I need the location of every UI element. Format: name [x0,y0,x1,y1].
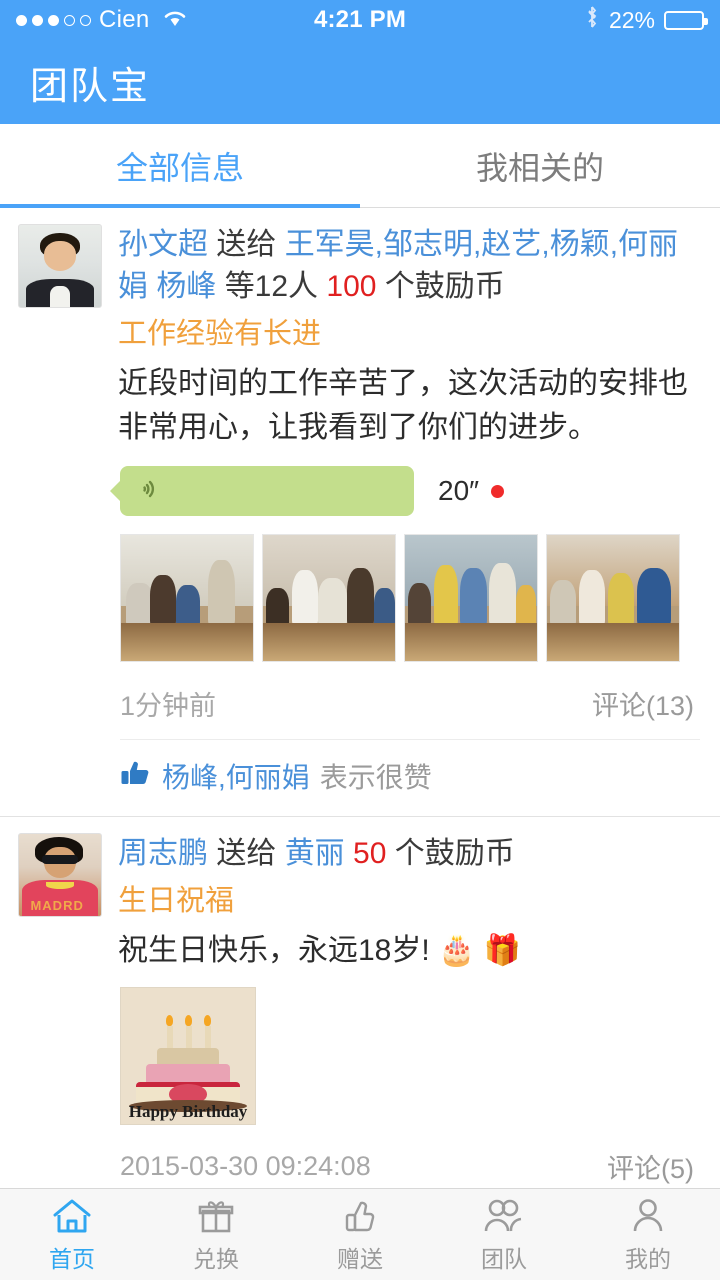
sound-wave-icon [142,476,168,507]
tab-related-to-me[interactable]: 我相关的 [360,124,720,207]
thumbs-up-icon [339,1196,381,1236]
nav-bar: 团队宝 [0,40,720,124]
status-bar-right: 22% [584,5,708,35]
tabbar-label-team: 团队 [481,1245,527,1272]
post-body-text: 近段时间的工作辛苦了，这次活动的安排也非常用心，让我看到了你们的进步。 [118,367,688,444]
status-bar: Cien 4:21 PM 22% [0,0,720,40]
like-names[interactable]: 杨峰,何丽娟 [162,756,310,796]
coin-unit: 个鼓励币 [394,837,515,870]
sender-name[interactable]: 孙文超 [118,228,208,261]
tabbar-label-home: 首页 [49,1245,95,1272]
avatar[interactable]: MADRD [18,833,102,917]
battery-icon [664,10,708,30]
like-row: 杨峰,何丽娟 表示很赞 [0,740,720,802]
people-icon [481,1196,527,1236]
post-title-line: 孙文超 送给 王军昊,邹志明,赵艺,杨颖,何丽娟 杨峰 等12人 100 个鼓励… [118,224,700,308]
tabbar-label-give: 赠送 [337,1245,383,1272]
photo-thumbnail[interactable] [404,534,538,662]
photo-thumbnail[interactable] [546,534,680,662]
like-suffix: 表示很赞 [319,762,432,793]
top-tab-bar: 全部信息 我相关的 [0,124,720,208]
tabbar-item-give[interactable]: 赠送 [288,1189,432,1280]
post-title-block: 孙文超 送给 王军昊,邹志明,赵艺,杨颖,何丽娟 杨峰 等12人 100 个鼓励… [102,224,700,356]
birthday-card-caption: Happy Birthday [128,1102,248,1121]
battery-percent-label: 22% [608,6,655,33]
page-title: 团队宝 [30,65,151,108]
feed-post[interactable]: 孙文超 送给 王军昊,邹志明,赵艺,杨颖,何丽娟 杨峰 等12人 100 个鼓励… [0,208,720,816]
person-icon [627,1196,669,1236]
coin-amount: 50 [353,837,387,870]
post-meta-row: 1分钟前 评论(13) [0,662,720,723]
post-timestamp: 1分钟前 [120,691,217,721]
birthday-cake-emoji: 🎂 [438,934,476,967]
action-label: 送给 [216,228,277,261]
recipient-names[interactable]: 黄丽 [285,837,345,870]
birthday-card-image[interactable]: Happy Birthday [120,987,256,1125]
coin-amount: 100 [326,270,377,303]
post-subtitle: 工作经验有长进 [118,318,322,350]
bottom-tab-bar: 首页 兑换 赠送 团队 我的 [0,1188,720,1280]
voice-duration: 20″ [438,475,480,506]
post-header: 孙文超 送给 王军昊,邹志明,赵艺,杨颖,何丽娟 杨峰 等12人 100 个鼓励… [0,224,720,356]
post-body-text: 祝生日快乐，永远18岁! 🎂 🎁 [0,923,720,973]
voice-bubble[interactable] [110,466,414,516]
tabbar-item-team[interactable]: 团队 [432,1189,576,1280]
photo-thumbnail[interactable] [120,534,254,662]
tabbar-label-mine: 我的 [625,1245,671,1272]
gift-icon [195,1196,237,1236]
app-root: Cien 4:21 PM 22% 团队宝 全部信息 我相关的 孙文超 送给 王军… [0,0,720,1280]
post-timestamp: 2015-03-30 09:24:08 [120,1151,371,1181]
post-subtitle: 生日祝福 [118,885,235,917]
feed-list[interactable]: 孙文超 送给 王军昊,邹志明,赵艺,杨颖,何丽娟 杨峰 等12人 100 个鼓励… [0,208,720,1280]
post-title-block: 周志鹏 送给 黄丽 50 个鼓励币 生日祝福 [102,833,700,923]
tabbar-item-mine[interactable]: 我的 [576,1189,720,1280]
action-label: 送给 [216,837,277,870]
comments-link[interactable]: 评论(13) [592,684,694,723]
others-count: 等12人 [224,270,319,303]
voice-message-row[interactable]: 20″ [0,450,720,516]
photo-thumbnail-strip[interactable] [0,516,720,662]
coin-unit: 个鼓励币 [384,270,505,303]
post-header: MADRD 周志鹏 送给 黄丽 50 个鼓励币 生日祝福 [0,833,720,923]
gift-box-emoji: 🎁 [483,934,522,967]
bluetooth-icon [584,5,600,35]
post-body-label: 祝生日快乐，永远18岁! [118,934,430,967]
post-title-line: 周志鹏 送给 黄丽 50 个鼓励币 [118,833,700,875]
unread-dot [491,484,505,498]
thumbs-up-icon[interactable] [120,758,152,795]
tab-all-messages[interactable]: 全部信息 [0,124,360,208]
photo-thumbnail[interactable] [262,534,396,662]
avatar[interactable] [18,224,102,308]
home-icon [51,1196,93,1236]
tabbar-item-exchange[interactable]: 兑换 [144,1189,288,1280]
sender-name[interactable]: 周志鹏 [118,837,208,870]
comments-link[interactable]: 评论(5) [607,1147,694,1186]
tabbar-item-home[interactable]: 首页 [0,1189,144,1280]
tabbar-label-exchange: 兑换 [193,1245,239,1272]
post-meta-row: 2015-03-30 09:24:08 评论(5) [0,1125,720,1186]
